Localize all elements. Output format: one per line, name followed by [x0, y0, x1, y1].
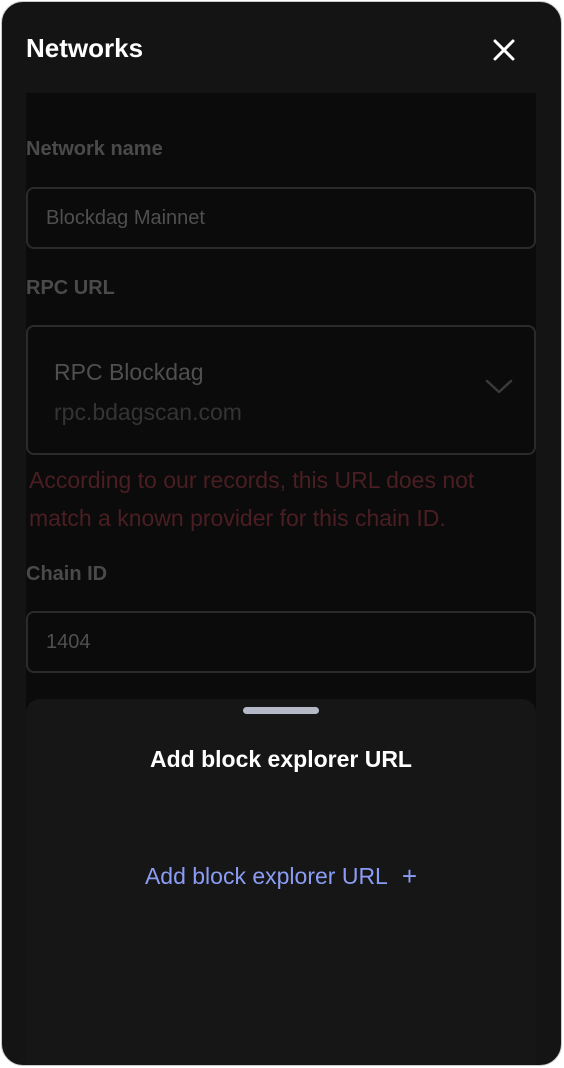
rpc-warning-text: According to our records, this URL does …: [29, 467, 475, 531]
sheet-title: Add block explorer URL: [150, 746, 412, 772]
network-name-input[interactable]: [26, 187, 536, 249]
chevron-down-icon: [485, 379, 513, 394]
rpc-selected-name: RPC Blockdag: [54, 359, 204, 385]
close-icon: [493, 39, 515, 61]
networks-modal: Networks Network name RPC URL RPC Blockd…: [1, 1, 562, 1066]
add-block-explorer-button[interactable]: Add block explorer URL +: [26, 860, 536, 892]
rpc-url-dropdown[interactable]: RPC Blockdag rpc.bdagscan.com: [26, 325, 536, 455]
add-block-explorer-label: Add block explorer URL: [144, 863, 388, 889]
chain-id-input[interactable]: [26, 611, 536, 673]
rpc-url-label: RPC URL: [26, 277, 115, 299]
page-title: Networks: [26, 33, 144, 63]
rpc-selected-url: rpc.bdagscan.com: [54, 399, 242, 425]
block-explorer-sheet: Add block explorer URL Add block explore…: [26, 699, 536, 1065]
network-form: Network name RPC URL RPC Blockdag rpc.bd…: [26, 93, 536, 713]
network-name-label: Network name: [26, 138, 163, 160]
close-button[interactable]: [488, 34, 520, 66]
sheet-drag-handle[interactable]: [243, 707, 319, 714]
plus-icon: +: [401, 861, 418, 891]
chain-id-label: Chain ID: [26, 563, 108, 585]
